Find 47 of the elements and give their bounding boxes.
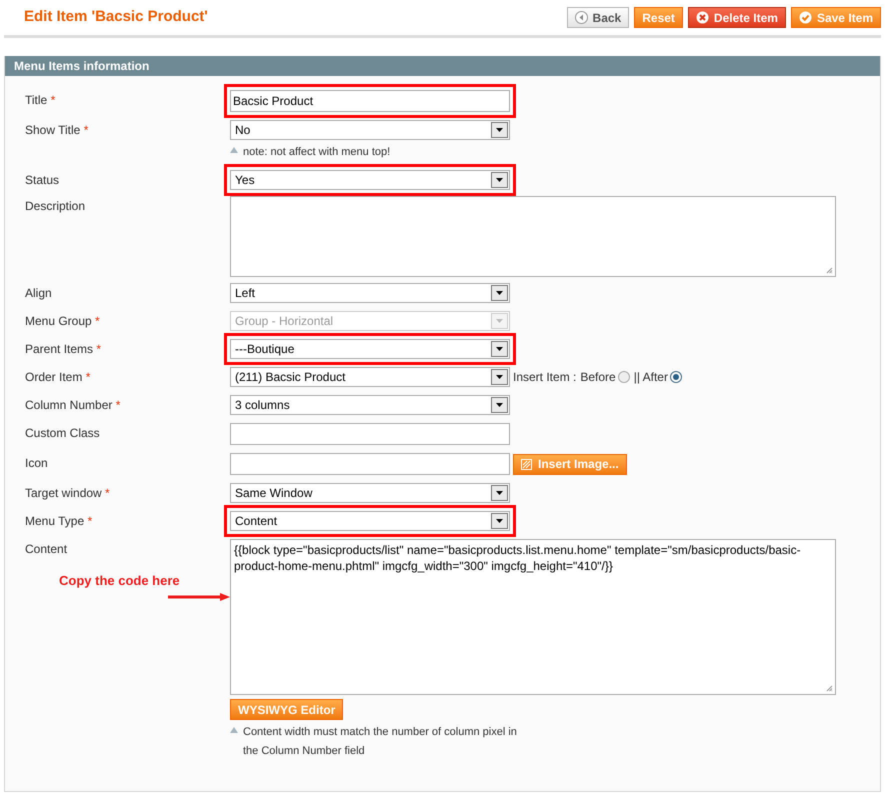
close-icon [696,11,709,24]
text-field[interactable] [230,453,510,475]
field-label: Menu Group * [25,313,101,330]
field-label: Order Item * [25,369,92,386]
field-label: Custom Class [25,425,101,442]
resize-grip-icon [826,685,833,692]
select-field[interactable]: Same Window [230,483,510,503]
select-field[interactable]: No [230,120,510,140]
select-field[interactable]: (211) Bacsic Product [230,367,510,387]
radio-label: Before [580,369,616,386]
page-title: Edit Item 'Bacsic Product' [24,7,208,28]
select-field[interactable]: Content [230,511,510,531]
field-label: Title * [25,92,56,109]
note-triangle-icon [230,727,238,733]
annotation-text: Copy the code here [59,573,181,589]
field-note: note: not affect with menu top! [243,145,392,160]
select-field[interactable]: Left [230,283,510,303]
radio-button[interactable] [670,371,682,383]
field-label: Menu Type * [25,513,94,530]
field-label: Show Title * [25,122,90,139]
field-label: Status [25,172,60,189]
textarea-field[interactable]: {{block type="basicproducts/list" name="basicproducts.list.menu.home" template="sm/basicproducts/basic-product-home-menu.phtml" imgcfg_width="300" imgcfg_height="410"/}} [230,539,836,695]
select-field[interactable]: 3 columns [230,395,510,415]
note-triangle-icon [230,147,238,153]
radio-button[interactable] [618,371,630,383]
delete-button[interactable]: Delete Item [688,7,786,28]
field-label: Parent Items * [25,341,102,358]
resize-grip-icon [826,267,833,274]
checkmark-icon [798,11,812,24]
text-field[interactable]: Bacsic Product [230,90,510,112]
field-label: Column Number * [25,397,122,414]
field-note: Content width must match the number of column pixel in the Column Number field [243,725,518,759]
field-label: Target window * [25,485,111,502]
image-icon [521,458,532,470]
textarea-field[interactable] [230,196,836,277]
field-label: Align [25,285,53,302]
select-field[interactable]: ---Boutique [230,339,510,359]
radio-label: || After [634,369,668,386]
field-label: Description [25,198,86,215]
insert-item-label: Insert Item : [513,369,576,386]
back-button[interactable]: Back [566,7,630,28]
annotation-arrow [168,593,230,601]
section-header: Menu Items information [5,56,880,76]
select-field[interactable]: Yes [230,170,510,190]
text-field[interactable] [230,423,510,445]
field-label: Icon [25,455,49,472]
field-label: Content [25,541,68,558]
